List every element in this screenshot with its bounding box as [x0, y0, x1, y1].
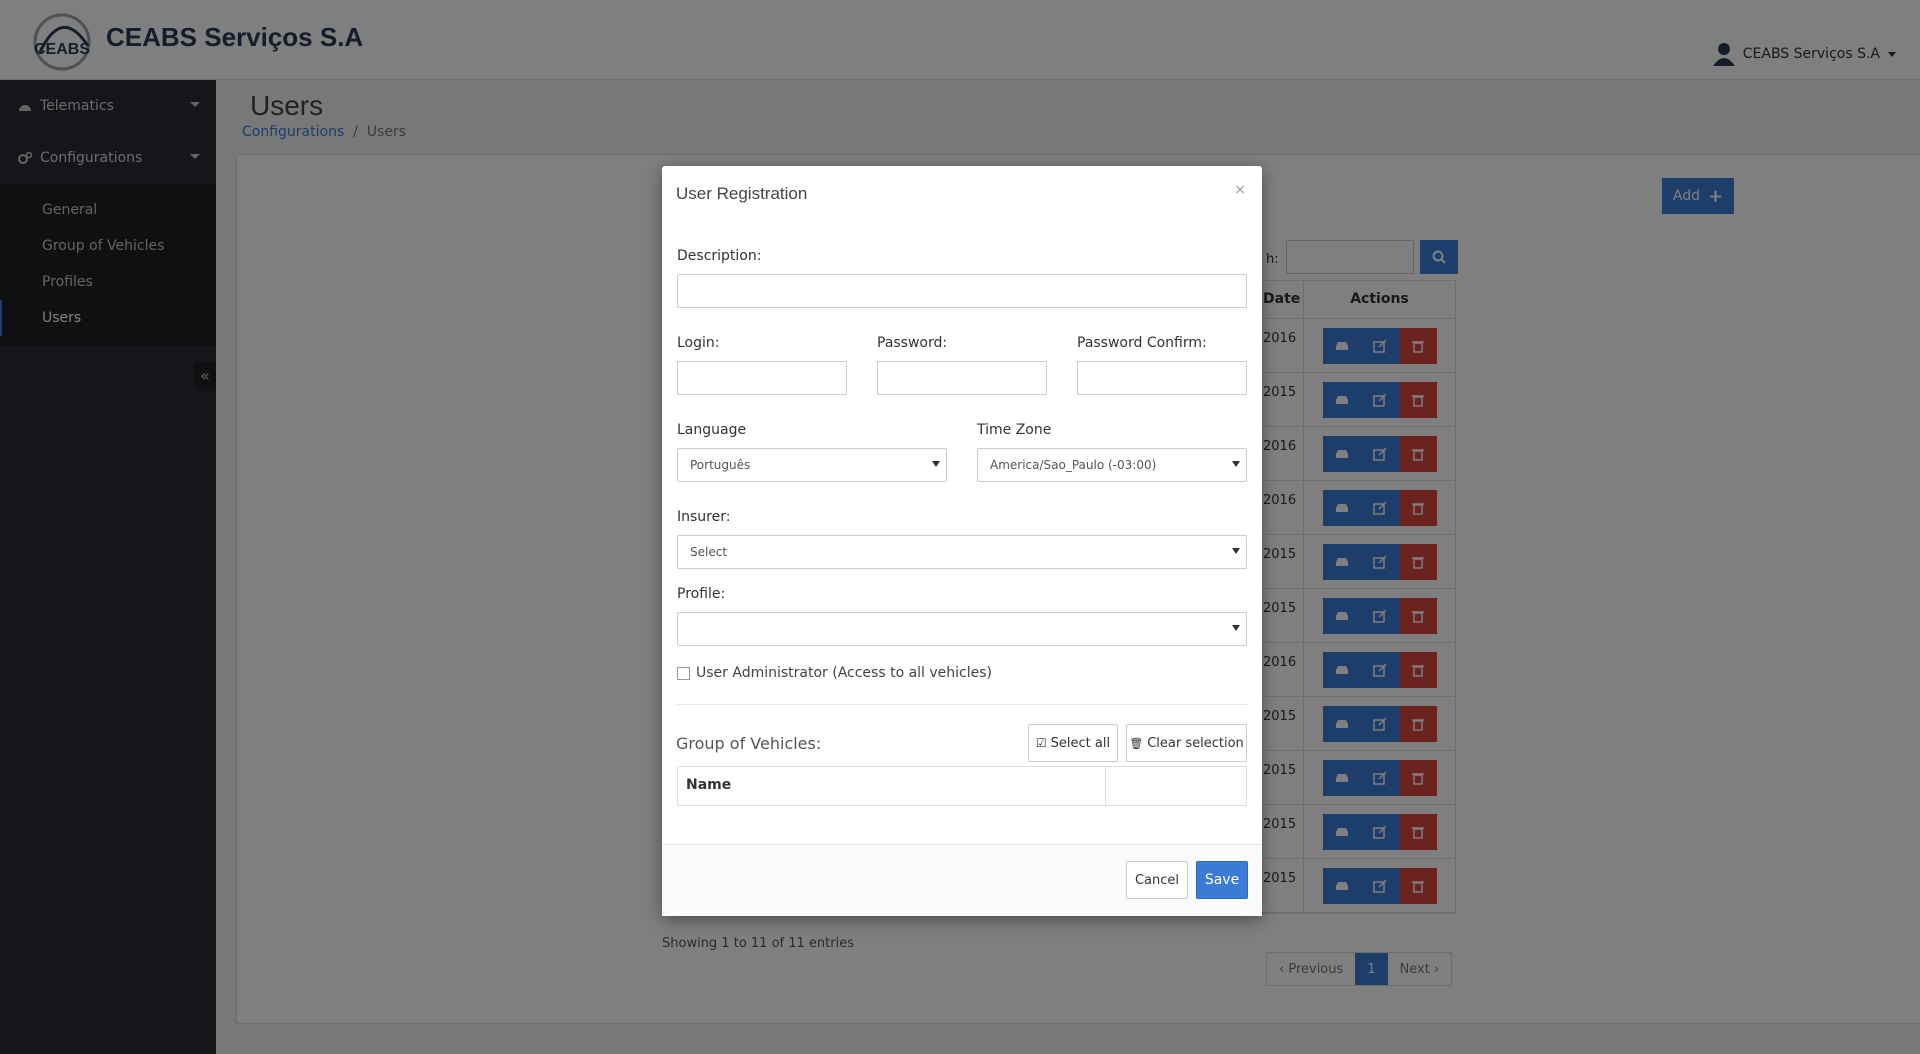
timezone-value: America/Sao_Paulo (-03:00) — [990, 458, 1157, 472]
timezone-label: Time Zone — [977, 422, 1052, 438]
modal-title: User Registration — [676, 184, 808, 203]
chevron-down-icon — [932, 461, 940, 467]
check-square-icon: ☑ — [1035, 736, 1047, 750]
timezone-select[interactable]: America/Sao_Paulo (-03:00) — [977, 448, 1247, 482]
clear-selection-label: Clear selection — [1147, 735, 1244, 751]
groups-table: Name — [677, 766, 1247, 806]
name-header: Name — [678, 767, 1106, 805]
insurer-label: Insurer: — [677, 509, 731, 525]
divider — [677, 704, 1247, 705]
admin-checkbox[interactable] — [677, 667, 690, 680]
language-select[interactable]: Português — [677, 448, 947, 482]
trash-icon: 🗑 — [1129, 736, 1144, 750]
chevron-down-icon — [1232, 461, 1240, 467]
language-label: Language — [677, 422, 747, 438]
chevron-down-icon — [1232, 625, 1240, 631]
select-all-label: Select all — [1050, 735, 1111, 751]
groups-table-empty-cell — [1106, 767, 1246, 805]
password-label: Password: — [877, 335, 948, 351]
save-button[interactable]: Save — [1196, 861, 1248, 899]
login-label: Login: — [677, 335, 720, 351]
password-field[interactable] — [877, 361, 1047, 395]
login-field[interactable] — [677, 361, 847, 395]
user-registration-modal: User Registration × Description: Login: … — [662, 166, 1262, 916]
insurer-value: Select — [690, 545, 728, 559]
close-icon[interactable]: × — [1234, 182, 1246, 198]
chevron-down-icon — [1232, 548, 1240, 554]
profile-select[interactable] — [677, 612, 1247, 646]
description-label: Description: — [677, 248, 762, 264]
select-all-button[interactable]: ☑ Select all — [1028, 724, 1118, 762]
language-value: Português — [690, 458, 751, 472]
admin-checkbox-label[interactable]: User Administrator (Access to all vehicl… — [696, 665, 992, 681]
profile-label: Profile: — [677, 586, 726, 602]
password-confirm-label: Password Confirm: — [1077, 335, 1207, 351]
cancel-button[interactable]: Cancel — [1126, 861, 1188, 899]
modal-footer: Cancel Save — [662, 844, 1262, 916]
password-confirm-field[interactable] — [1077, 361, 1247, 395]
description-field[interactable] — [677, 274, 1247, 308]
insurer-select[interactable]: Select — [677, 535, 1247, 569]
group-of-vehicles-title: Group of Vehicles: — [676, 734, 822, 753]
clear-selection-button[interactable]: 🗑 Clear selection — [1126, 724, 1247, 762]
